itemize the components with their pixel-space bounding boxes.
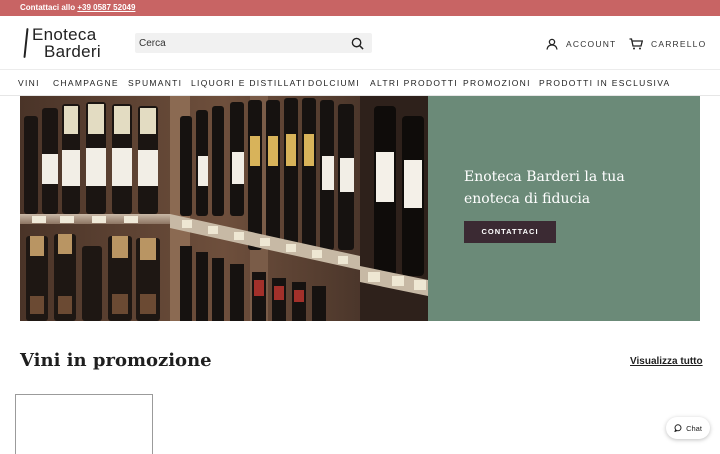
- nav-item-dolciumi[interactable]: DOLCIUMI: [308, 78, 360, 88]
- chat-button[interactable]: Chat: [666, 417, 710, 439]
- cart-label: CARRELLO: [651, 39, 707, 49]
- search-icon[interactable]: [351, 37, 364, 50]
- logo-mark: [23, 27, 29, 59]
- announcement-bar: Contattaci allo +39 0587 52049: [0, 0, 720, 16]
- site-header: Enoteca Barderi ACCOUNT CARRELLO: [0, 16, 720, 70]
- search-box: [135, 33, 372, 53]
- hero-panel: Enoteca Barderi la tua enoteca di fiduci…: [428, 96, 700, 321]
- account-label: ACCOUNT: [566, 39, 617, 49]
- product-card[interactable]: [15, 394, 153, 454]
- user-icon: [546, 38, 558, 50]
- view-all-link[interactable]: Visualizza tutto: [630, 356, 703, 367]
- nav-item-champagne[interactable]: CHAMPAGNE: [53, 78, 119, 88]
- wine-shelves-illustration: [20, 96, 428, 321]
- promo-section-title: Vini in promozione: [20, 350, 212, 371]
- main-nav: VINI CHAMPAGNE SPUMANTI LIQUORI E DISTIL…: [0, 70, 720, 96]
- nav-item-altri-prodotti[interactable]: ALTRI PRODOTTI: [370, 78, 458, 88]
- nav-item-promozioni[interactable]: PROMOZIONI: [463, 78, 531, 88]
- hero-image-wine-shelves: [20, 96, 428, 321]
- hero-title: Enoteca Barderi la tua enoteca di fiduci…: [464, 169, 625, 207]
- chat-bubble-icon: [674, 424, 682, 432]
- announcement-text: Contattaci allo: [20, 3, 76, 12]
- nav-item-prodotti-esclusiva[interactable]: PRODOTTI IN ESCLUSIVA: [539, 78, 671, 88]
- search-input[interactable]: [139, 33, 344, 53]
- contact-button[interactable]: CONTATTACI: [464, 221, 556, 243]
- phone-link[interactable]: +39 0587 52049: [77, 3, 135, 12]
- hero-banner: Enoteca Barderi la tua enoteca di fiduci…: [20, 96, 700, 321]
- site-logo[interactable]: Enoteca Barderi: [22, 24, 122, 62]
- account-link[interactable]: ACCOUNT: [546, 36, 616, 52]
- logo-text-line2: Barderi: [44, 42, 101, 61]
- cart-link[interactable]: CARRELLO: [629, 36, 706, 52]
- nav-item-liquori-distillati[interactable]: LIQUORI E DISTILLATI: [191, 78, 306, 88]
- cart-icon: [629, 38, 643, 50]
- chat-label: Chat: [686, 423, 702, 433]
- nav-item-spumanti[interactable]: SPUMANTI: [128, 78, 182, 88]
- nav-item-vini[interactable]: VINI: [18, 78, 40, 88]
